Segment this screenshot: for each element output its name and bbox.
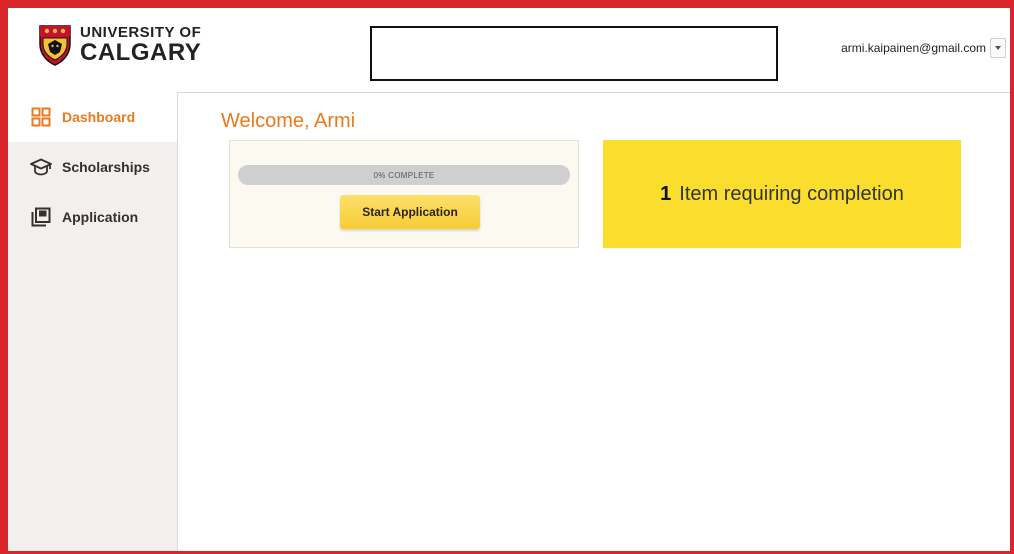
sidebar-item-label: Scholarships — [62, 159, 150, 175]
crest-icon — [39, 25, 71, 66]
sidebar-item-application[interactable]: Application — [8, 192, 177, 242]
sidebar-item-label: Application — [62, 209, 139, 225]
caret-down-icon — [995, 46, 1001, 50]
user-menu[interactable]: armi.kaipainen@gmail.com — [841, 38, 1006, 58]
sidebar: Dashboard Scholarships Application — [8, 92, 178, 551]
graduation-cap-icon — [30, 156, 52, 178]
progress-card: 0% COMPLETE Start Application — [229, 140, 579, 248]
sidebar-item-dashboard[interactable]: Dashboard — [8, 92, 177, 142]
header-divider — [178, 92, 1010, 93]
sidebar-item-label: Dashboard — [62, 109, 136, 125]
start-application-button[interactable]: Start Application — [340, 195, 480, 229]
welcome-heading: Welcome, Armi — [221, 110, 356, 132]
header: UNIVERSITY OF CALGARY armi.kaipainen@gma… — [8, 8, 1010, 92]
app-frame: UNIVERSITY OF CALGARY armi.kaipainen@gma… — [0, 0, 1014, 554]
completion-card[interactable]: 1 Item requiring completion — [603, 140, 961, 248]
logo-text: UNIVERSITY OF CALGARY — [80, 25, 201, 65]
progress-bar: 0% COMPLETE — [238, 165, 570, 185]
logo-line2: CALGARY — [80, 39, 202, 66]
dashboard-icon — [30, 106, 52, 128]
application-icon — [30, 206, 52, 228]
user-email[interactable]: armi.kaipainen@gmail.com — [841, 41, 986, 55]
redacted-box — [370, 26, 778, 81]
completion-text: Item requiring completion — [679, 182, 904, 205]
completion-count: 1 — [660, 182, 672, 205]
progress-label: 0% COMPLETE — [373, 170, 435, 180]
logo-line1: UNIVERSITY OF — [80, 24, 202, 41]
sidebar-item-scholarships[interactable]: Scholarships — [8, 142, 177, 192]
university-logo[interactable]: UNIVERSITY OF CALGARY — [38, 24, 201, 66]
user-dropdown-button[interactable] — [990, 38, 1006, 58]
